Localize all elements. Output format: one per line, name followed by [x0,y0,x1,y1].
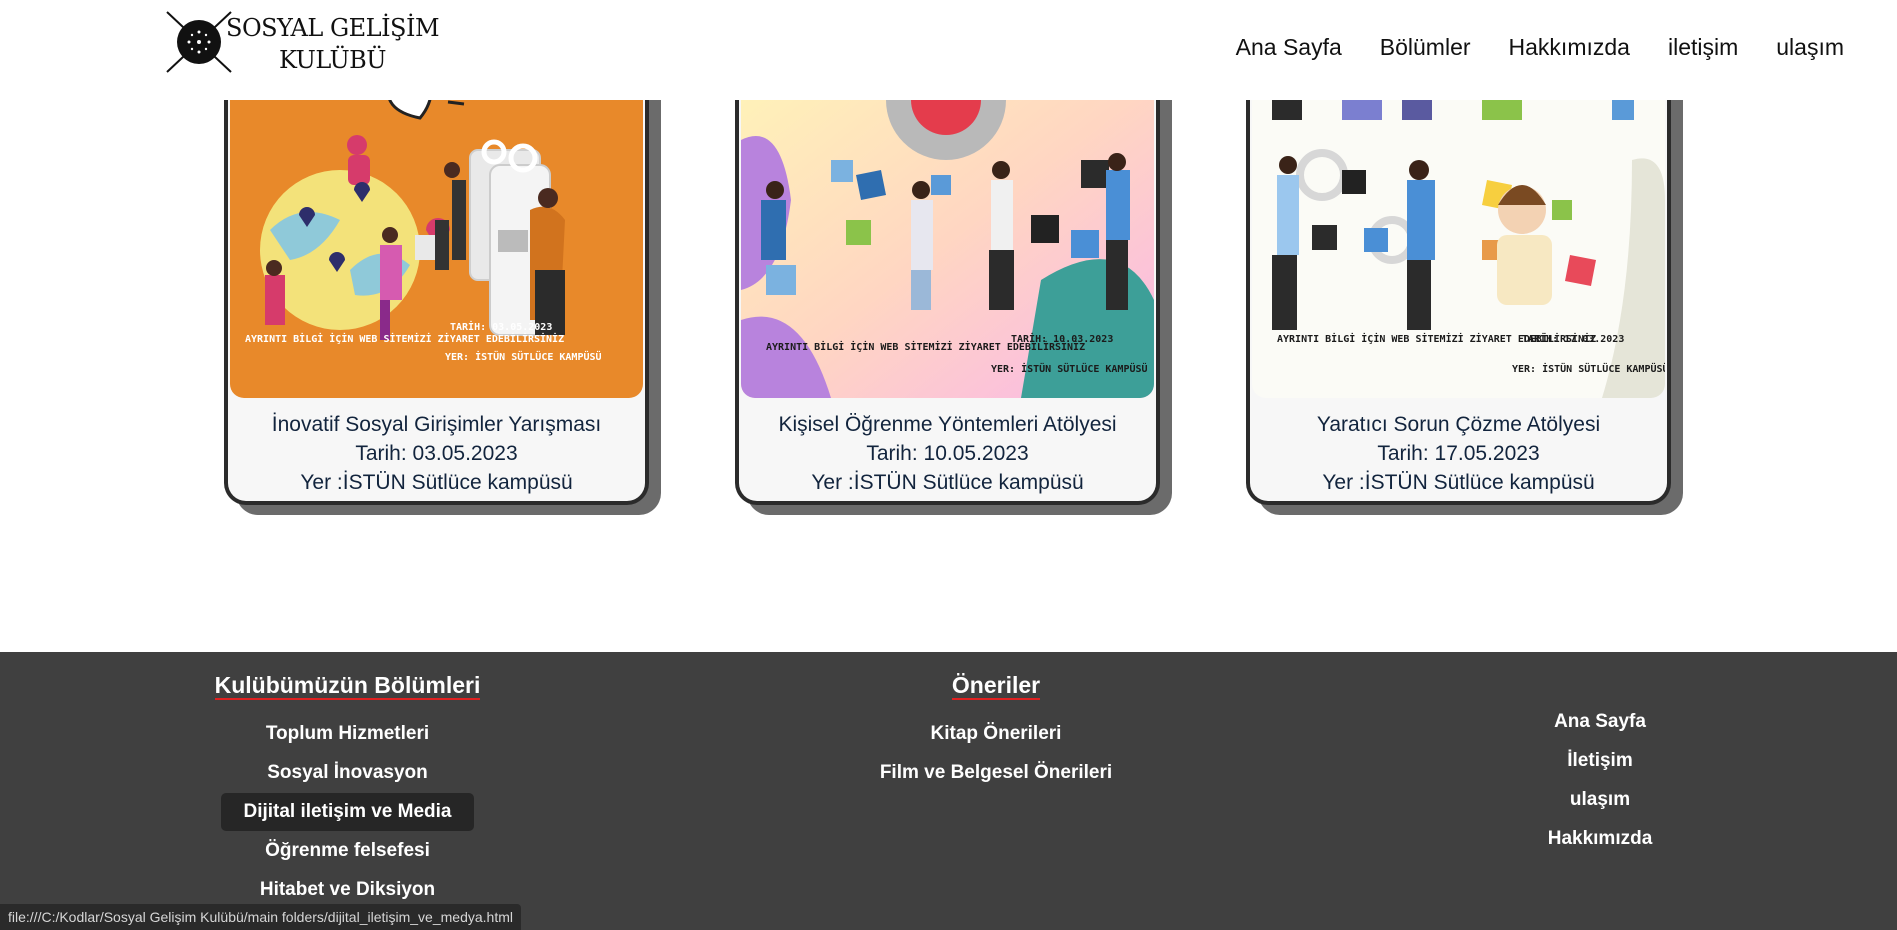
event-date: Tarih: 10.05.2023 [866,442,1029,465]
poster-date-text: TARİH: 17.03.2023 [1522,331,1624,345]
club-name-line2: KULÜBÜ [279,46,387,74]
event-details: Yaratıcı Sorun Çözme Atölyesi Tarih: 17.… [1250,410,1667,497]
event-date: Tarih: 17.05.2023 [1377,442,1540,465]
footer-link-kitap-onerileri[interactable]: Kitap Önerileri [909,715,1084,753]
poster-date-text: TARİH: 10.03.2023 [1011,331,1113,345]
event-card[interactable]: AYRINTI BİLGİ İÇİN WEB SİTEMİZİ ZİYARET … [224,80,661,515]
event-title: Kişisel Öğrenme Yöntemleri Atölyesi [778,413,1117,436]
nav-ana-sayfa[interactable]: Ana Sayfa [1236,34,1342,61]
poster-info-text: AYRINTI BİLGİ İÇİN WEB SİTEMİZİ ZİYARET … [245,331,564,345]
footer-link-hakkimizda[interactable]: Hakkımızda [1526,820,1675,858]
footer-link-ana-sayfa[interactable]: Ana Sayfa [1532,703,1668,741]
poster-place-text: YER: İSTÜN SÜTLÜCE KAMPÜSÜ [445,349,602,363]
card-body: AYRINTI BİLGİ İÇİN WEB SİTEMİZİ ZİYARET … [1246,80,1671,505]
poster-place-text: YER: İSTÜN SÜTLÜCE KAMPÜSÜ [1512,361,1665,375]
event-place: Yer :İSTÜN Sütlüce kampüsü [300,471,573,494]
event-details: Kişisel Öğrenme Yöntemleri Atölyesi Tari… [739,410,1156,497]
event-title: Yaratıcı Sorun Çözme Atölyesi [1316,413,1601,436]
main-nav: Ana Sayfa Bölümler Hakkımızda iletişim u… [1198,34,1844,61]
footer-link-dijital-iletisim[interactable]: Dijital iletişim ve Media [221,793,474,831]
footer-link-sosyal-inovasyon[interactable]: Sosyal İnovasyon [245,754,450,792]
site-header: SOSYAL GELİŞİM KULÜBÜ Ana Sayfa Bölümler… [0,0,1897,100]
event-card[interactable]: AYRINTI BİLGİ İÇİN WEB SİTEMİZİ ZİYARET … [1246,80,1683,515]
event-poster-image: AYRINTI BİLGİ İÇİN WEB SİTEMİZİ ZİYARET … [741,80,1154,398]
footer-link-ogrenme-felsefesi[interactable]: Öğrenme felsefesi [243,832,452,870]
event-title: İnovatif Sosyal Girişimler Yarışması [271,413,602,436]
event-card[interactable]: AYRINTI BİLGİ İÇİN WEB SİTEMİZİ ZİYARET … [735,80,1172,515]
footer-link-iletisim[interactable]: İletişim [1545,742,1654,780]
card-body: AYRINTI BİLGİ İÇİN WEB SİTEMİZİ ZİYARET … [224,80,649,505]
poster-date-text: TARİH: 03.05.2023 [450,319,552,333]
card-body: AYRINTI BİLGİ İÇİN WEB SİTEMİZİ ZİYARET … [735,80,1160,505]
event-poster-image: AYRINTI BİLGİ İÇİN WEB SİTEMİZİ ZİYARET … [1252,80,1665,398]
browser-status-url: file:///C:/Kodlar/Sosyal Gelişim Kulübü/… [0,904,521,930]
footer-suggestions-column: Öneriler Kitap Önerileri Film ve Belgese… [846,672,1146,793]
event-date: Tarih: 03.05.2023 [355,442,518,465]
event-place: Yer :İSTÜN Sütlüce kampüsü [1322,471,1595,494]
footer-suggestions-heading: Öneriler [951,672,1041,700]
club-name: SOSYAL GELİŞİM KULÜBÜ [226,12,440,76]
footer-sections-column: Kulübümüzün Bölümleri Toplum Hizmetleri … [200,672,495,910]
event-place: Yer :İSTÜN Sütlüce kampüsü [811,471,1084,494]
footer-links-column: Ana Sayfa İletişim ulaşım Hakkımızda [1500,702,1700,859]
poster-place-text: YER: İSTÜN SÜTLÜCE KAMPÜSÜ [991,361,1148,375]
nav-iletisim[interactable]: iletişim [1668,34,1738,61]
nav-bolumler[interactable]: Bölümler [1380,34,1471,61]
footer-sections-heading: Kulübümüzün Bölümleri [214,672,481,700]
event-poster-image: AYRINTI BİLGİ İÇİN WEB SİTEMİZİ ZİYARET … [230,80,643,398]
site-footer: Kulübümüzün Bölümleri Toplum Hizmetleri … [0,652,1897,930]
footer-link-ulasim[interactable]: ulaşım [1548,781,1652,819]
footer-link-film-belgesel[interactable]: Film ve Belgesel Önerileri [858,754,1134,792]
footer-link-toplum-hizmetleri[interactable]: Toplum Hizmetleri [244,715,451,753]
event-details: İnovatif Sosyal Girişimler Yarışması Tar… [228,410,645,497]
club-logo-icon[interactable] [165,10,235,74]
nav-hakkimizda[interactable]: Hakkımızda [1509,34,1630,61]
club-name-line1: SOSYAL GELİŞİM [226,14,440,42]
nav-ulasim[interactable]: ulaşım [1776,34,1844,61]
